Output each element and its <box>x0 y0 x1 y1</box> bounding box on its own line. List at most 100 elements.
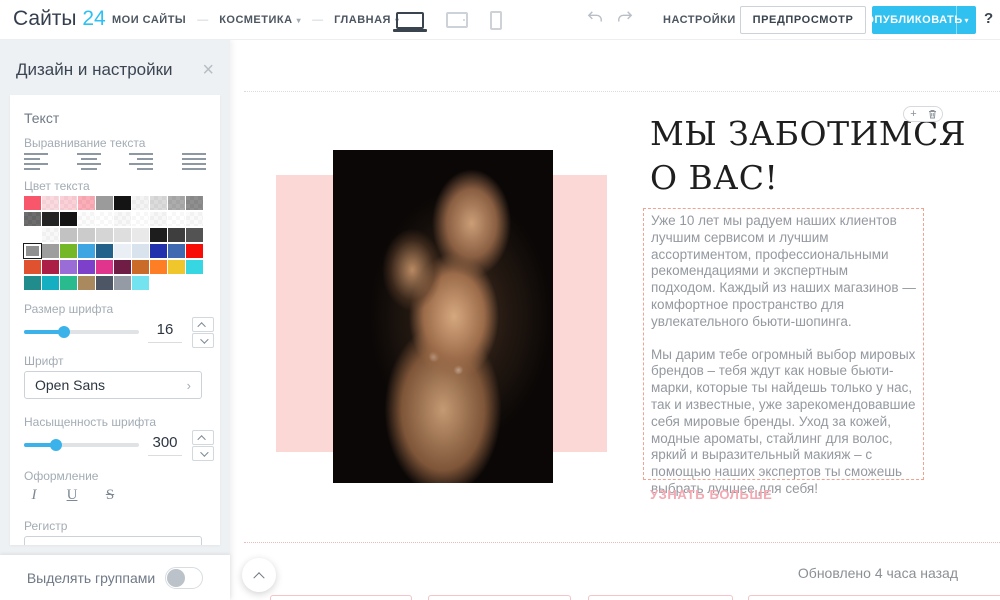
color-swatch[interactable] <box>24 244 41 258</box>
color-swatch[interactable] <box>78 228 95 242</box>
color-swatch[interactable] <box>42 196 59 210</box>
publish-dropdown-button[interactable]: ▾ <box>956 6 976 34</box>
nav-item-site[interactable]: КОСМЕТИКА▾ <box>219 14 301 26</box>
preview-button[interactable]: ПРЕДПРОСМОТР <box>740 6 866 34</box>
color-swatch[interactable] <box>150 228 167 242</box>
align-left-icon[interactable] <box>24 153 48 170</box>
hero-heading[interactable]: МЫ ЗАБОТИМСЯ О ВАС! <box>650 112 1000 200</box>
color-swatch[interactable] <box>150 212 167 226</box>
color-swatch[interactable] <box>168 196 185 210</box>
color-swatch[interactable] <box>96 212 113 226</box>
publish-button[interactable]: ОПУБЛИКОВАТЬ ▾ <box>872 6 976 34</box>
close-icon[interactable]: × <box>202 60 214 80</box>
nav-item-page[interactable]: ГЛАВНАЯ▾ <box>334 14 399 26</box>
stepper-down-button[interactable] <box>192 333 214 348</box>
color-swatch[interactable] <box>42 212 59 226</box>
color-swatch[interactable] <box>96 196 113 210</box>
color-swatch[interactable] <box>186 228 203 242</box>
color-swatch[interactable] <box>96 260 113 274</box>
color-swatch[interactable] <box>60 244 77 258</box>
color-swatch[interactable] <box>42 228 59 242</box>
next-section-card[interactable] <box>270 595 412 600</box>
align-justify-icon[interactable] <box>182 153 206 170</box>
color-swatch[interactable] <box>24 228 41 242</box>
underline-icon[interactable]: U <box>64 487 80 504</box>
device-desktop-icon[interactable] <box>396 12 424 29</box>
color-swatch[interactable] <box>78 212 95 226</box>
color-swatch[interactable] <box>78 276 95 290</box>
color-swatch[interactable] <box>114 196 131 210</box>
italic-icon[interactable]: I <box>26 487 42 504</box>
next-section-card[interactable] <box>748 595 1000 600</box>
color-swatch[interactable] <box>24 276 41 290</box>
stepper-up-button[interactable] <box>192 430 214 445</box>
help-icon[interactable]: ? <box>984 10 993 27</box>
color-swatch[interactable] <box>114 228 131 242</box>
font-weight-value[interactable]: 300 <box>148 434 182 456</box>
color-swatch[interactable] <box>42 276 59 290</box>
color-swatch[interactable] <box>114 244 131 258</box>
color-swatch[interactable] <box>42 244 59 258</box>
next-section-card[interactable] <box>588 595 733 600</box>
color-swatch[interactable] <box>114 276 131 290</box>
learn-more-link[interactable]: УЗНАТЬ БОЛЬШЕ <box>650 487 772 502</box>
publish-button-label[interactable]: ОПУБЛИКОВАТЬ <box>872 6 956 34</box>
font-size-slider-thumb[interactable] <box>58 326 70 338</box>
font-size-slider[interactable] <box>24 330 139 334</box>
color-swatch[interactable] <box>168 244 185 258</box>
group-toggle[interactable] <box>165 567 203 589</box>
font-size-value[interactable]: 16 <box>148 321 182 343</box>
app-logo[interactable]: Сайты 24 <box>13 7 106 31</box>
color-swatch[interactable] <box>132 196 149 210</box>
color-swatch[interactable] <box>132 276 149 290</box>
color-swatch[interactable] <box>24 196 41 210</box>
color-swatch[interactable] <box>132 244 149 258</box>
color-swatch[interactable] <box>114 260 131 274</box>
color-swatch[interactable] <box>114 212 131 226</box>
color-swatch[interactable] <box>150 196 167 210</box>
color-swatch[interactable] <box>60 260 77 274</box>
stepper-up-button[interactable] <box>192 317 214 332</box>
color-swatch[interactable] <box>96 244 113 258</box>
align-center-icon[interactable] <box>77 153 101 170</box>
font-weight-slider[interactable] <box>24 443 139 447</box>
color-swatch[interactable] <box>168 212 185 226</box>
color-swatch[interactable] <box>78 260 95 274</box>
device-phone-icon[interactable] <box>490 11 502 30</box>
hero-text-block[interactable]: Уже 10 лет мы радуем наших клиентов лучш… <box>643 208 924 480</box>
color-swatch[interactable] <box>60 196 77 210</box>
device-tablet-icon[interactable] <box>446 12 468 28</box>
color-swatch[interactable] <box>96 276 113 290</box>
color-swatch[interactable] <box>186 196 203 210</box>
color-swatch[interactable] <box>78 196 95 210</box>
color-swatch[interactable] <box>186 244 203 258</box>
color-swatch[interactable] <box>150 260 167 274</box>
settings-menu[interactable]: НАСТРОЙКИ▾ <box>663 0 745 40</box>
next-section-card[interactable] <box>428 595 571 600</box>
font-weight-slider-thumb[interactable] <box>50 439 62 451</box>
stepper-down-button[interactable] <box>192 446 214 461</box>
color-swatch[interactable] <box>186 212 203 226</box>
hero-photo[interactable] <box>333 150 553 483</box>
color-swatch[interactable] <box>60 276 77 290</box>
color-swatch[interactable] <box>60 212 77 226</box>
add-block-icon[interactable]: + <box>904 107 923 121</box>
align-right-icon[interactable] <box>129 153 153 170</box>
color-swatch[interactable] <box>78 244 95 258</box>
scroll-top-button[interactable] <box>242 558 276 592</box>
font-select[interactable]: Open Sans › <box>24 371 202 399</box>
color-swatch[interactable] <box>168 260 185 274</box>
redo-icon[interactable] <box>616 10 634 26</box>
strikethrough-icon[interactable]: S <box>102 487 118 504</box>
color-swatch[interactable] <box>132 212 149 226</box>
undo-icon[interactable] <box>586 10 604 26</box>
color-swatch[interactable] <box>150 244 167 258</box>
color-swatch[interactable] <box>24 260 41 274</box>
color-swatch[interactable] <box>132 228 149 242</box>
register-select[interactable] <box>24 536 202 545</box>
nav-item-my-sites[interactable]: МОИ САЙТЫ <box>112 14 186 26</box>
color-swatch[interactable] <box>96 228 113 242</box>
color-swatch[interactable] <box>42 260 59 274</box>
color-swatch[interactable] <box>24 212 41 226</box>
color-swatch[interactable] <box>132 260 149 274</box>
